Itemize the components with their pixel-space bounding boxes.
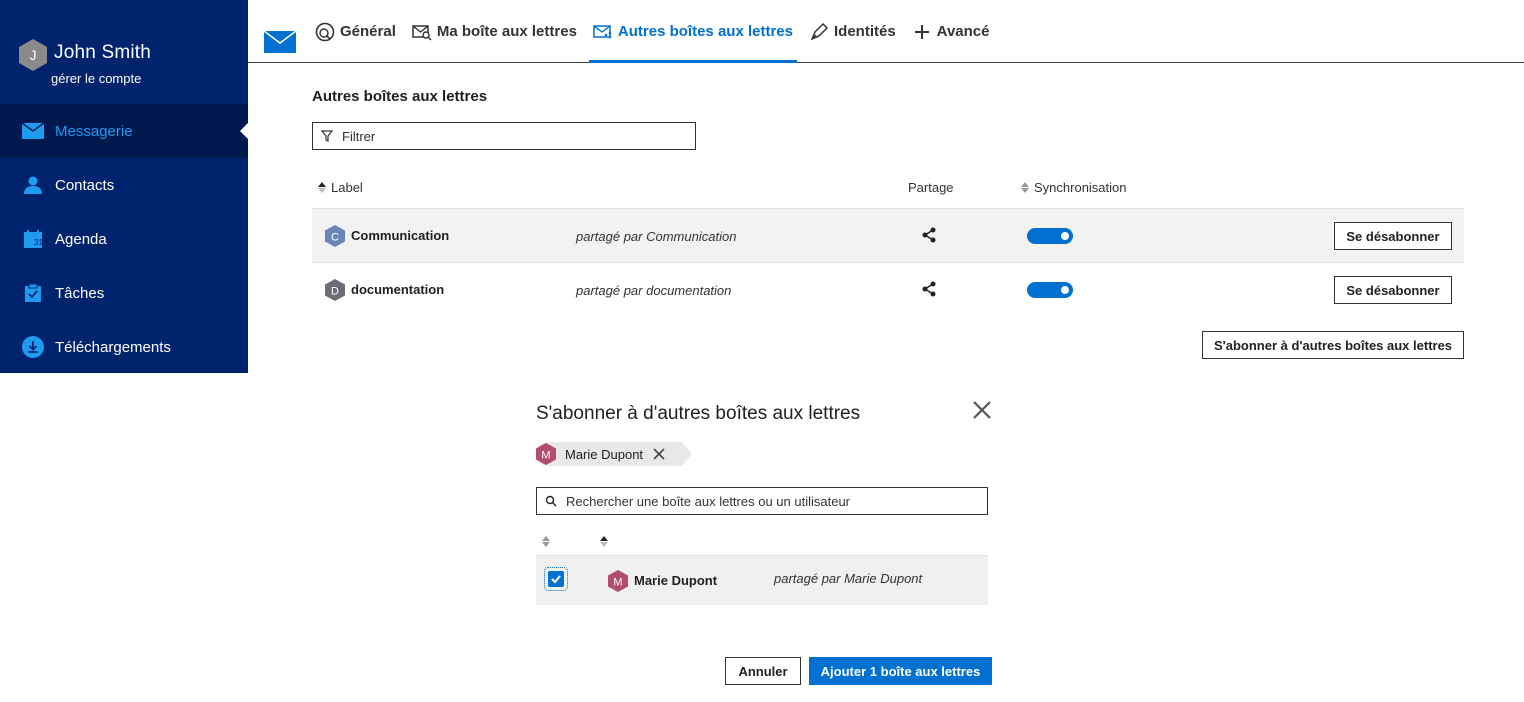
- sort-icon: [318, 182, 326, 193]
- column-header-label[interactable]: Label: [318, 180, 363, 195]
- sidebar-item-contacts[interactable]: Contacts: [0, 158, 248, 212]
- check-icon: [548, 571, 564, 587]
- calendar-icon: 31: [22, 228, 44, 250]
- sidebar-item-label: Agenda: [55, 230, 107, 248]
- mailbox-search-icon: [412, 22, 432, 42]
- column-header-text: Partage: [908, 180, 954, 195]
- pen-icon: [809, 22, 829, 42]
- chip-avatar: M: [536, 443, 556, 465]
- shared-by-text: partagé par documentation: [576, 283, 732, 298]
- search-result-row[interactable]: M Marie Dupont partagé par Marie Dupont: [536, 555, 988, 605]
- tab-label: Autres boîtes aux lettres: [617, 23, 793, 40]
- column-header-sync[interactable]: Synchronisation: [1021, 180, 1127, 195]
- clipboard-icon: [22, 282, 44, 304]
- svg-text:M: M: [613, 577, 622, 589]
- settings-tabs: Général Ma boîte aux lettres Autres boît…: [311, 0, 1001, 63]
- modal-title: S'abonner à d'autres boîtes aux lettres: [536, 403, 861, 424]
- sidebar-item-label: Téléchargements: [55, 338, 171, 356]
- mailbox-label: Communication: [351, 228, 450, 243]
- section-title: Autres boîtes aux lettres: [312, 88, 488, 105]
- sidebar-item-telechargements[interactable]: Téléchargements: [0, 320, 248, 374]
- sort-icon: [1021, 182, 1029, 193]
- sidebar-item-agenda[interactable]: 31 Agenda: [0, 212, 248, 266]
- filter-placeholder: Filtrer: [342, 128, 376, 144]
- cancel-button[interactable]: Annuler: [725, 657, 801, 685]
- filter-input[interactable]: Filtrer: [312, 122, 696, 150]
- tab-label: Identités: [833, 23, 896, 40]
- user-name: John Smith: [54, 42, 152, 63]
- sidebar-item-label: Tâches: [55, 284, 105, 302]
- sidebar-nav: Messagerie Contacts 31 Agenda Tâches Tél…: [0, 104, 248, 374]
- mailbox-avatar: D: [325, 279, 345, 301]
- tab-identites[interactable]: Identités: [805, 0, 900, 63]
- column-header-text: Synchronisation: [1034, 180, 1127, 195]
- filter-icon: [321, 130, 333, 142]
- shared-by-text: partagé par Marie Dupont: [774, 571, 923, 586]
- shared-by-text: partagé par Communication: [576, 229, 737, 244]
- svg-text:D: D: [331, 286, 339, 298]
- user-avatar-initial: J: [30, 47, 37, 63]
- mailbox-label: documentation: [351, 282, 445, 297]
- mail-shared-icon: [593, 22, 613, 42]
- add-mailbox-button[interactable]: Ajouter 1 boîte aux lettres: [809, 657, 992, 685]
- tab-general[interactable]: Général: [311, 0, 400, 63]
- unsubscribe-button[interactable]: Se désabonner: [1334, 222, 1452, 250]
- tab-ma-boite[interactable]: Ma boîte aux lettres: [408, 0, 581, 63]
- tab-autres-boites[interactable]: Autres boîtes aux lettres: [588, 0, 798, 63]
- manage-account-link[interactable]: gérer le compte: [51, 71, 141, 86]
- result-label: Marie Dupont: [634, 573, 718, 588]
- globe-icon: [315, 22, 335, 42]
- tab-label: Ma boîte aux lettres: [436, 23, 577, 40]
- result-checkbox[interactable]: [544, 567, 568, 591]
- download-icon: [22, 336, 44, 358]
- sidebar: J John Smith gérer le compte Messagerie …: [0, 0, 248, 373]
- sidebar-item-messagerie[interactable]: Messagerie: [0, 104, 248, 158]
- share-icon: [922, 227, 936, 243]
- unsubscribe-button[interactable]: Se désabonner: [1334, 276, 1452, 304]
- plus-icon: [912, 22, 932, 42]
- mailbox-avatar: M: [608, 570, 628, 592]
- user-block[interactable]: J John Smith gérer le compte: [18, 36, 238, 96]
- sort-name-icon[interactable]: [600, 536, 608, 547]
- search-placeholder: Rechercher une boîte aux lettres ou un u…: [566, 493, 851, 509]
- tab-label: Avancé: [936, 23, 990, 40]
- svg-text:M: M: [541, 450, 550, 462]
- column-header-sharing: Partage: [908, 180, 954, 195]
- table-row[interactable]: D documentation partagé par documentatio…: [312, 262, 1464, 316]
- svg-text:C: C: [331, 232, 339, 244]
- sort-select-icon[interactable]: [542, 536, 550, 547]
- sidebar-item-label: Contacts: [55, 176, 115, 194]
- sidebar-item-label: Messagerie: [55, 122, 133, 140]
- search-icon: [545, 495, 557, 507]
- user-avatar: J: [19, 39, 47, 71]
- subscribe-other-mailboxes-button[interactable]: S'abonner à d'autres boîtes aux lettres: [1202, 331, 1464, 359]
- chip-label: Marie Dupont: [565, 446, 644, 462]
- selected-mailbox-chip: M Marie Dupont: [536, 442, 692, 466]
- mail-icon: [22, 120, 44, 142]
- mail-logo-icon[interactable]: [264, 31, 296, 53]
- table-row[interactable]: C Communication partagé par Communicatio…: [312, 208, 1464, 262]
- share-icon: [922, 281, 936, 297]
- tab-label: Général: [340, 23, 396, 40]
- tab-avance[interactable]: Avancé: [908, 0, 994, 63]
- mailbox-avatar: C: [325, 225, 345, 247]
- sidebar-item-taches[interactable]: Tâches: [0, 266, 248, 320]
- mailbox-search-input[interactable]: Rechercher une boîte aux lettres ou un u…: [536, 487, 988, 515]
- sync-toggle[interactable]: [1027, 282, 1073, 298]
- column-header-text: Label: [331, 180, 363, 195]
- close-icon[interactable]: [972, 400, 992, 420]
- sync-toggle[interactable]: [1027, 228, 1073, 244]
- person-icon: [22, 174, 44, 196]
- remove-chip-icon[interactable]: [653, 448, 665, 460]
- top-bar: Général Ma boîte aux lettres Autres boît…: [248, 0, 1524, 63]
- svg-text:31: 31: [34, 238, 42, 247]
